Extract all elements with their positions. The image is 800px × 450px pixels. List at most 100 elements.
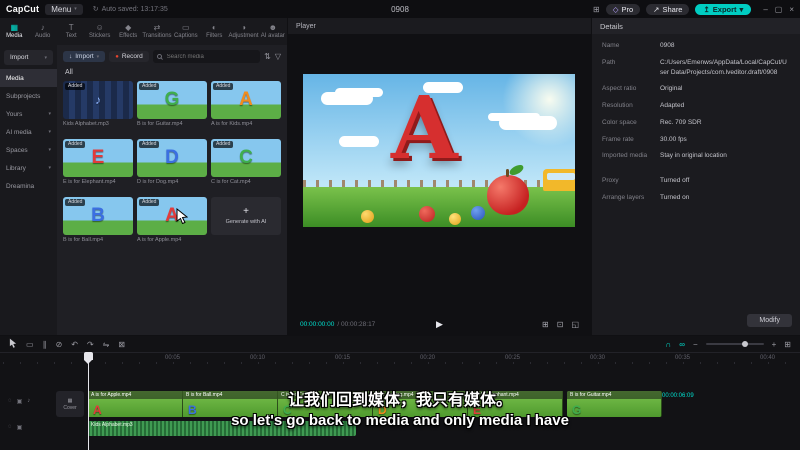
video-preview[interactable]: A (303, 74, 575, 227)
sidebar-item-media[interactable]: Media (0, 69, 57, 87)
sidebar-item-dreamina[interactable]: Dreamina (0, 177, 57, 195)
media-item-guitar[interactable]: Added G B is for Guitar.mp4 (137, 81, 207, 134)
sidebar-item-spaces[interactable]: Spaces ▾ (0, 141, 57, 159)
sort-icon[interactable]: ⇅ (264, 52, 271, 61)
tab-stickers[interactable]: ☺ Stickers (85, 24, 113, 40)
media-thumbnail: Added B (63, 197, 133, 235)
media-item-ball[interactable]: Added B B is for Ball.mp4 (63, 197, 133, 250)
ruler-label: 00:05 (165, 355, 181, 361)
media-search[interactable] (152, 50, 261, 63)
autosave-icon: ↻ (92, 6, 99, 13)
tab-label: Filters (206, 33, 223, 39)
player-title: Player (296, 22, 316, 30)
link-icon[interactable]: ∞ (679, 340, 685, 349)
delete-icon[interactable]: ⊘ (56, 340, 63, 349)
menu-button[interactable]: Menu ▾ (45, 3, 83, 15)
share-button[interactable]: ↗ Share (646, 3, 690, 15)
media-filename: A is for Apple.mp4 (137, 237, 182, 243)
media-item-cat[interactable]: Added C C is for Cat.mp4 (211, 139, 281, 192)
layout-icon[interactable]: ⊞ (593, 5, 600, 14)
undo-icon[interactable]: ↶ (71, 340, 78, 349)
maximize-icon[interactable]: ▢ (775, 5, 783, 14)
media-filename: E is for Elephant.mp4 (63, 179, 116, 185)
playhead-handle[interactable] (84, 352, 93, 364)
record-label: Record (121, 53, 143, 60)
ball-graphic (419, 206, 435, 222)
export-button[interactable]: ↥ Export ▾ (695, 3, 752, 15)
timeline-zoom-slider[interactable] (705, 341, 764, 347)
redo-icon[interactable]: ↷ (87, 340, 94, 349)
autosave-text: Auto saved: 13:17:35 (101, 5, 168, 13)
sidebar-label: Import (10, 54, 29, 61)
media-item-dog[interactable]: Added D D is for Dog.mp4 (137, 139, 207, 192)
chevron-down-icon: ▾ (44, 54, 47, 61)
ruler-label: 00:30 (590, 355, 606, 361)
zoom-slider-handle[interactable] (741, 341, 748, 347)
tab-effects[interactable]: ◆ Effects (114, 24, 142, 40)
timeline-ruler[interactable]: 00:05 00:10 00:15 00:20 00:25 00:30 00:3… (0, 352, 800, 364)
section-all-label[interactable]: All (57, 65, 287, 77)
ruler-label: 00:35 (675, 355, 691, 361)
fullscreen-icon[interactable]: ◱ (571, 320, 579, 329)
mouse-cursor (176, 207, 189, 229)
media-item-elephant[interactable]: Added E E is for Elephant.mp4 (63, 139, 133, 192)
sidebar-item-ai-media[interactable]: AI media ▾ (0, 123, 57, 141)
media-thumbnail: Added C (211, 139, 281, 177)
detail-label: Frame rate (602, 135, 634, 143)
chevron-down-icon: ▾ (48, 111, 51, 117)
sidebar-label: Yours (6, 110, 23, 118)
sidebar-item-import[interactable]: Import ▾ (4, 50, 53, 65)
sidebar-item-subprojects[interactable]: Subprojects (0, 87, 57, 105)
mirror-icon[interactable]: ⇋ (103, 340, 110, 349)
generate-label: Generate with AI (225, 219, 267, 225)
media-item-apple[interactable]: Added A A is for Apple.mp4 (137, 197, 207, 250)
sidebar-item-library[interactable]: Library ▾ (0, 159, 57, 177)
split-icon[interactable]: ∥ (43, 340, 47, 349)
minimize-icon[interactable]: – (763, 5, 767, 14)
tab-captions[interactable]: ▭ Captions (172, 23, 200, 40)
tab-ai-avatar[interactable]: ☻ AI avatar (259, 24, 287, 40)
close-icon[interactable]: × (789, 5, 794, 14)
audio-icon: ♪ (40, 23, 45, 32)
import-button[interactable]: ↓ Import ▾ (63, 51, 106, 62)
tool-tabs: ▦ Media ♪ Audio T Text ☺ Stickers ◆ Effects ⇄… (0, 18, 287, 45)
magnet-icon[interactable]: ∩ (666, 340, 672, 349)
tab-audio[interactable]: ♪ Audio (28, 23, 56, 40)
crop-icon[interactable]: ⊠ (118, 340, 125, 349)
tab-filters[interactable]: ◐ Filters (200, 24, 228, 40)
detail-value: 0908 (660, 42, 675, 49)
cloud-graphic (499, 116, 557, 130)
sidebar-item-yours[interactable]: Yours ▾ (0, 105, 57, 123)
filter-icon[interactable]: ▽ (275, 52, 281, 61)
player-view-controls: ⊞ ⊡ ◱ (542, 320, 579, 329)
tab-label: Audio (35, 33, 51, 39)
detail-label: Imported media (602, 152, 648, 160)
tab-media[interactable]: ▦ Media (0, 24, 28, 40)
modify-button[interactable]: Modify (747, 314, 792, 327)
generate-with-ai-tile[interactable]: + Generate with AI (211, 197, 281, 250)
fit-timeline-icon[interactable]: ⊞ (784, 340, 791, 349)
media-filename: A is for Kids.mp4 (211, 121, 253, 127)
play-button[interactable]: ▶ (436, 319, 443, 330)
pro-badge[interactable]: ◇ Pro (605, 3, 641, 15)
total-duration: / 00:00:28:17 (337, 321, 376, 328)
detail-value: Rec. 709 SDR (660, 118, 702, 126)
tab-transitions[interactable]: ⇄ Transitions (142, 24, 171, 40)
record-button[interactable]: ● Record (109, 51, 149, 62)
snapshot-icon[interactable]: ⊡ (557, 320, 564, 329)
select-tool-icon[interactable] (9, 338, 17, 350)
ratio-icon[interactable]: ⊞ (542, 320, 549, 329)
ruler-label: 00:25 (505, 355, 521, 361)
captions-icon: ▭ (182, 23, 190, 32)
tab-adjustment[interactable]: ◑ Adjustment (229, 24, 259, 40)
current-time: 00:00:00:00 (300, 321, 335, 328)
zoom-in-icon[interactable]: + (772, 340, 777, 349)
select-box-icon[interactable]: ▭ (26, 340, 34, 349)
tab-text[interactable]: T Text (57, 24, 85, 40)
media-thumbnail: Added E (63, 139, 133, 177)
media-item-kids-alphabet[interactable]: Added ♪ Kids Alphabet.mp3 (63, 81, 133, 134)
timeline-toolbar-right: ∩ ∞ − + ⊞ (666, 340, 792, 349)
zoom-out-icon[interactable]: − (693, 340, 698, 349)
media-item-kids[interactable]: Added A A is for Kids.mp4 (211, 81, 281, 134)
search-input[interactable] (164, 52, 257, 61)
